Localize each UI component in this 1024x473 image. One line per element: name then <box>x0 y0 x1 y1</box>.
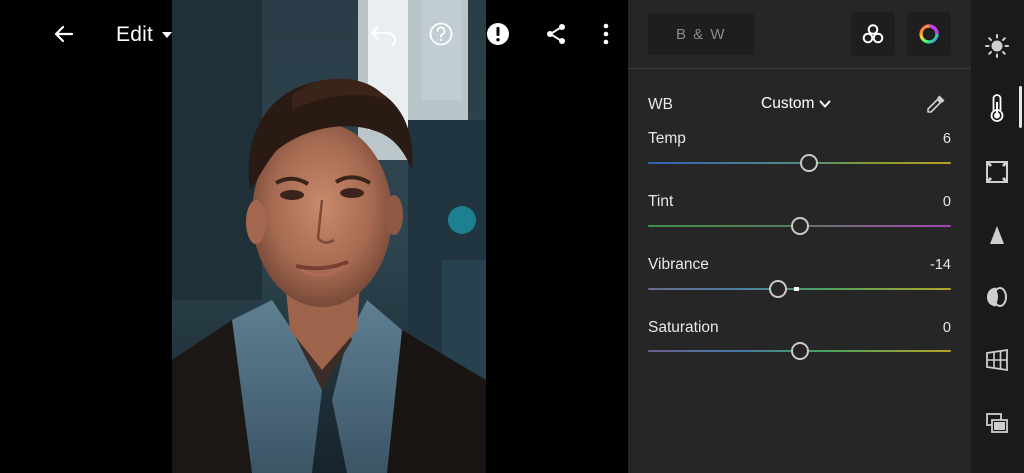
saturation-slider-thumb[interactable] <box>790 342 809 360</box>
light-tool[interactable] <box>980 29 1014 63</box>
vibrance-value: -14 <box>930 257 951 273</box>
optics-tool[interactable] <box>980 280 1014 314</box>
temp-label: Temp <box>648 130 686 147</box>
portrait-photo <box>172 0 486 473</box>
color-grading-button[interactable] <box>907 12 951 56</box>
temp-slider-thumb[interactable] <box>799 154 818 172</box>
vibrance-slider-thumb[interactable] <box>769 280 788 298</box>
more-vert-icon <box>603 23 609 45</box>
geometry-icon <box>986 348 1008 372</box>
share-icon <box>547 24 565 44</box>
adjustment-panel: B & W WB Custom Temp 6 Tint 0 Vibrance -… <box>628 0 971 473</box>
edit-mode-label: Edit <box>116 23 153 46</box>
eyedropper-button[interactable] <box>924 92 950 118</box>
back-button[interactable] <box>44 14 84 54</box>
color-mix-button[interactable] <box>851 12 895 56</box>
wb-label: WB <box>648 96 673 113</box>
tint-slider-thumb[interactable] <box>790 217 809 235</box>
effects-icon <box>985 160 1009 184</box>
geometry-tool[interactable] <box>980 343 1014 377</box>
share-button[interactable] <box>536 14 576 54</box>
color-icon <box>990 94 1004 122</box>
bw-button-label: B & W <box>675 25 726 43</box>
alert-button[interactable] <box>478 14 518 54</box>
photo-canvas[interactable] <box>172 0 486 473</box>
versions-tool[interactable] <box>980 406 1014 440</box>
undo-button[interactable] <box>364 14 404 54</box>
back-arrow-icon <box>54 25 74 43</box>
help-button[interactable] <box>421 14 461 54</box>
help-icon <box>429 22 453 46</box>
tint-label: Tint <box>648 193 674 210</box>
tint-value: 0 <box>942 194 951 210</box>
color-wheel-icon <box>919 24 939 44</box>
caret-down-icon <box>162 32 172 38</box>
wb-preset-dropdown[interactable]: Custom <box>761 95 831 113</box>
color-tool[interactable] <box>980 91 1014 125</box>
bw-button[interactable]: B & W <box>648 13 754 55</box>
more-options-button[interactable] <box>586 14 626 54</box>
saturation-label: Saturation <box>648 319 719 336</box>
alert-icon <box>487 23 509 45</box>
effects-tool[interactable] <box>980 155 1014 189</box>
wb-preset-value: Custom <box>761 95 815 112</box>
vibrance-default-marker <box>794 287 799 291</box>
saturation-value: 0 <box>942 320 951 336</box>
detail-icon <box>990 226 1004 244</box>
vibrance-label: Vibrance <box>648 256 709 273</box>
eyedropper-icon <box>927 95 945 113</box>
vibrance-slider-track[interactable] <box>648 288 951 290</box>
temp-value: 6 <box>942 131 951 147</box>
color-mix-icon <box>862 24 884 44</box>
edit-mode-dropdown[interactable]: Edit <box>116 18 173 52</box>
detail-tool[interactable] <box>980 218 1014 252</box>
active-tool-indicator <box>1019 86 1022 128</box>
chevron-down-icon <box>819 100 831 107</box>
panel-header: B & W <box>628 0 971 69</box>
versions-icon <box>986 413 1008 433</box>
light-icon <box>985 34 1009 58</box>
optics-icon <box>986 287 1007 307</box>
undo-icon <box>371 26 396 46</box>
tool-rail <box>971 0 1024 473</box>
